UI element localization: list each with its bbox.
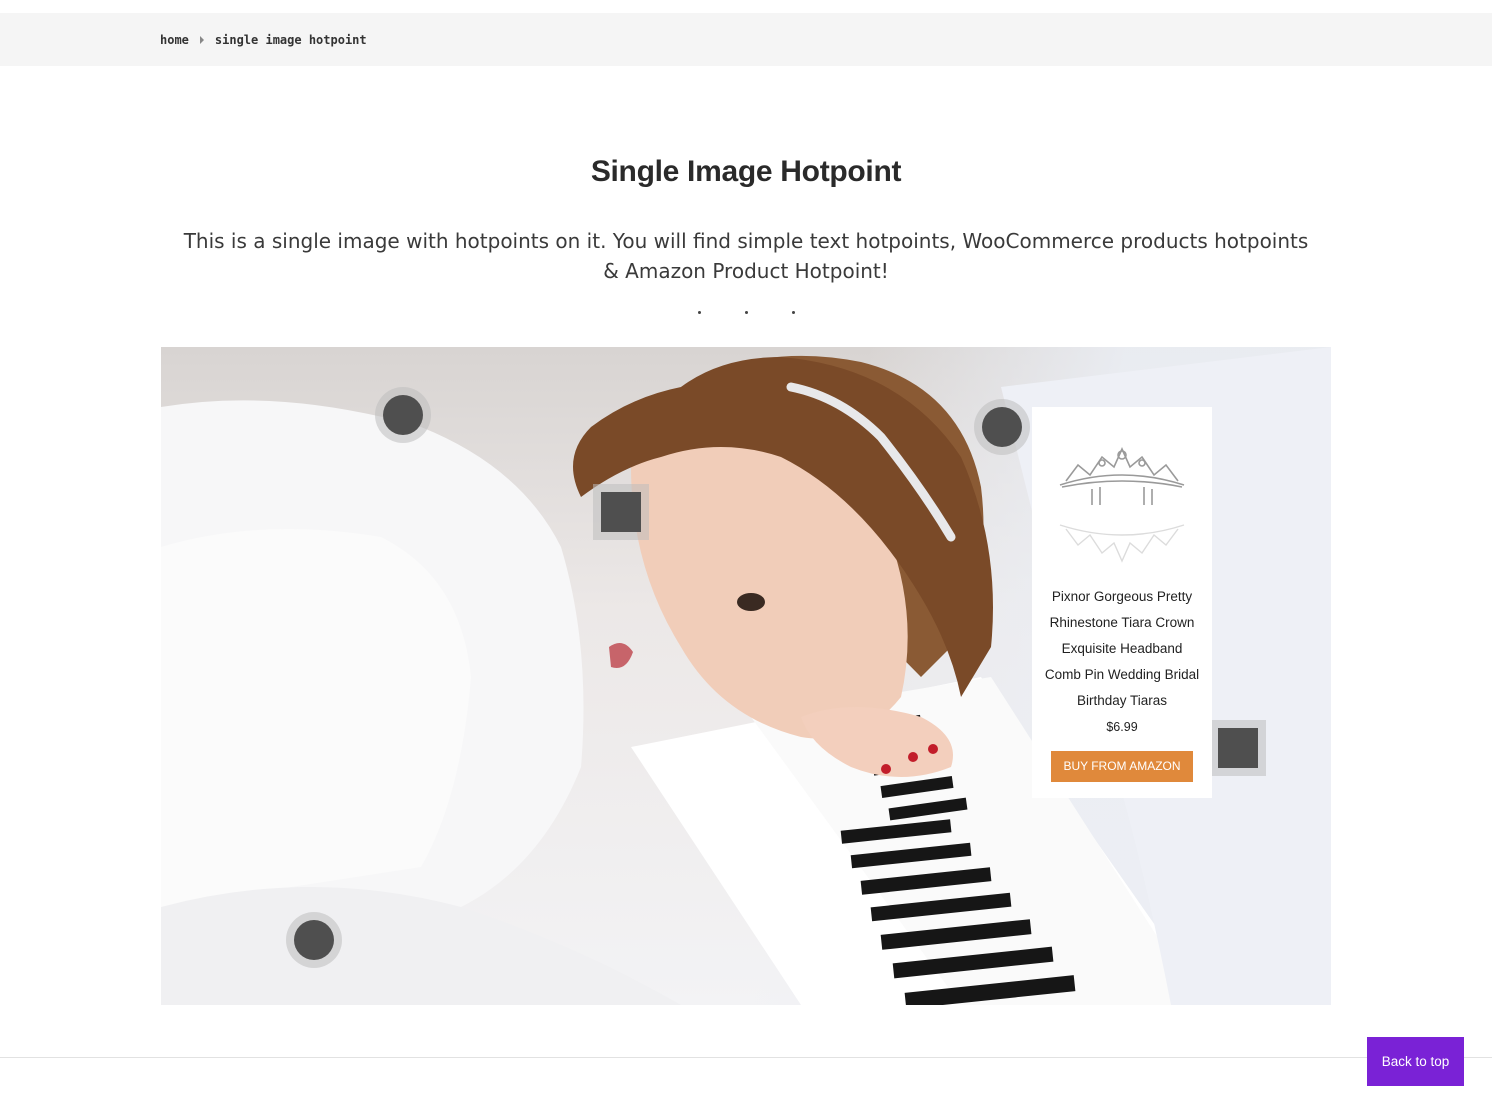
hotpoint-marker [294, 920, 334, 960]
page-title: Single Image Hotpoint [590, 155, 902, 188]
buy-from-amazon-button[interactable]: BUY FROM AMAZON [1051, 751, 1193, 782]
breadcrumb-home-link[interactable]: home [160, 33, 189, 47]
footer-divider [0, 1057, 1492, 1058]
divider-dot [697, 311, 701, 314]
hotpoint-marker [1218, 728, 1258, 768]
breadcrumb-current: single image hotpoint [214, 33, 367, 47]
breadcrumb-bar: home single image hotpoint [0, 13, 1492, 66]
breadcrumb: home single image hotpoint [160, 33, 367, 47]
hotpoint-circle-1[interactable] [375, 387, 431, 443]
back-to-top-button[interactable]: Back to top [1367, 1037, 1464, 1086]
hotpoint-circle-2[interactable] [974, 399, 1030, 455]
hotpoint-square-2[interactable] [1210, 720, 1266, 776]
hotpoint-marker [383, 395, 423, 435]
divider-dot [791, 311, 795, 314]
product-price: $6.99 [1106, 720, 1138, 734]
hotpoint-marker [601, 492, 641, 532]
chevron-right-icon [199, 36, 204, 44]
tiara-product-image [1059, 447, 1185, 563]
divider-dot [744, 311, 748, 314]
hotpoint-square-1[interactable] [593, 484, 649, 540]
hotpoint-marker [982, 407, 1022, 447]
section-divider-dots [0, 311, 1492, 314]
hotpoint-circle-3[interactable] [286, 912, 342, 968]
product-name: Pixnor Gorgeous Pretty Rhinestone Tiara … [1044, 589, 1200, 708]
page-description: This is a single image with hotpoints on… [183, 229, 1309, 283]
amazon-product-popup: Pixnor Gorgeous Pretty Rhinestone Tiara … [1032, 407, 1212, 798]
